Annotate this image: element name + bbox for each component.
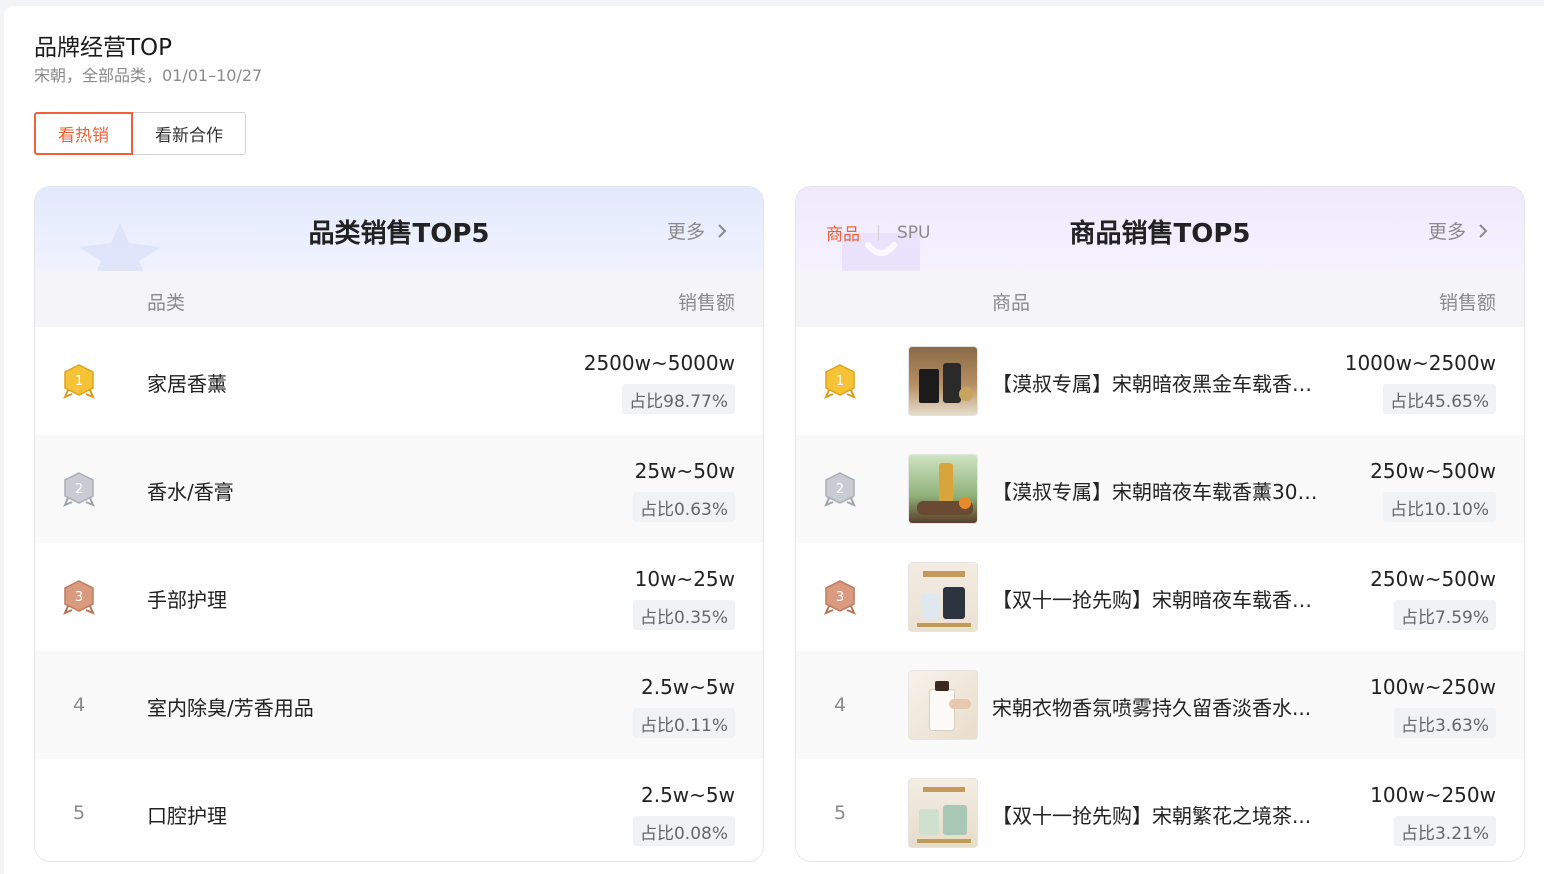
table-row[interactable]: 2 香水/香膏 25w~50w 占比0.63% [35,435,763,543]
page-subtitle: 宋朝，全部品类，01/01–10/27 [34,66,263,85]
svg-text:3: 3 [836,590,844,605]
card-header: 商品 SPU 商品销售TOP5 更多 [796,187,1524,271]
table-row[interactable]: 3 手部护理 10w~25w 占比0.35% [35,543,763,651]
product-top5-card: 商品 SPU 商品销售TOP5 更多 商品 销售额 1 【漠叔专属】宋朝暗夜黑金… [795,186,1525,862]
product-more-link[interactable]: 更多 [1428,217,1488,244]
share-badge: 占比0.11% [632,708,735,738]
rank-number: 5 [72,802,86,824]
product-list: 1 【漠叔专属】宋朝暗夜黑金车载香薰... 1000w~2500w 占比45.6… [796,327,1524,861]
rank-number: 5 [833,802,847,824]
share-badge: 占比0.63% [632,492,735,522]
product-thumbnail[interactable] [908,454,978,524]
product-name[interactable]: 【双十一抢先购】宋朝繁花之境茶... [992,800,1330,829]
bronze-medal-icon: 3 [822,579,858,615]
sales-amount: 10w~25w [634,567,735,591]
product-name[interactable]: 【漠叔专属】宋朝暗夜黑金车载香薰... [992,368,1330,397]
product-name[interactable]: 【双十一抢先购】宋朝暗夜车载香薰... [992,584,1330,613]
svg-text:2: 2 [836,482,844,497]
sales-amount: 1000w~2500w [1344,351,1496,375]
table-row[interactable]: 2 【漠叔专属】宋朝暗夜车载香薰30ml... 250w~500w 占比10.1… [796,435,1524,543]
column-sales: 销售额 [677,292,735,314]
gold-medal-icon: 1 [822,363,858,399]
card-header: 品类销售TOP5 更多 [35,187,763,271]
more-label: 更多 [1427,221,1466,243]
table-header: 商品 销售额 [796,271,1524,327]
brand-top-panel: 品牌经营TOP 宋朝，全部品类，01/01–10/27 看热销 看新合作 品类销… [4,6,1544,874]
sales-amount: 250w~500w [1370,567,1496,591]
category-name: 香水/香膏 [147,480,234,504]
table-row[interactable]: 1 家居香薰 2500w~5000w 占比98.77% [35,327,763,435]
tab-hot-sales[interactable]: 看热销 [34,112,133,155]
gold-medal-icon: 1 [61,363,97,399]
share-badge: 占比45.65% [1383,384,1496,414]
sales-amount: 100w~250w [1370,675,1496,699]
svg-text:2: 2 [75,482,83,497]
chevron-right-icon [718,223,727,238]
category-more-link[interactable]: 更多 [667,217,727,244]
svg-text:3: 3 [75,590,83,605]
page-title: 品牌经营TOP [34,35,173,61]
column-product: 商品 [992,292,1031,314]
category-name: 室内除臭/芳香用品 [147,696,314,720]
svg-text:1: 1 [75,374,83,389]
sales-amount: 100w~250w [1370,783,1496,807]
category-card-title: 品类销售TOP5 [308,219,490,249]
sales-amount: 250w~500w [1370,459,1496,483]
table-row[interactable]: 1 【漠叔专属】宋朝暗夜黑金车载香薰... 1000w~2500w 占比45.6… [796,327,1524,435]
product-thumbnail[interactable] [908,346,978,416]
silver-medal-icon: 2 [61,471,97,507]
rank-number: 4 [833,694,847,716]
tab-new-cooperation[interactable]: 看新合作 [133,112,246,155]
column-sales: 销售额 [1438,292,1496,314]
category-name: 口腔护理 [147,804,227,828]
category-name: 手部护理 [147,588,227,612]
sales-amount: 2.5w~5w [640,675,735,699]
sales-amount: 25w~50w [634,459,735,483]
more-label: 更多 [666,221,705,243]
category-top5-card: 品类销售TOP5 更多 品类 销售额 1 家居香薰 2500w~5000w 占比… [34,186,764,862]
category-name: 家居香薰 [147,372,227,396]
share-badge: 占比0.08% [632,816,735,846]
share-badge: 占比10.10% [1383,492,1496,522]
table-header: 品类 销售额 [35,271,763,327]
product-name[interactable]: 宋朝衣物香氛喷雾持久留香淡香水... [992,692,1330,721]
sales-amount: 2500w~5000w [583,351,735,375]
sales-amount: 2.5w~5w [640,783,735,807]
view-tabs: 看热销 看新合作 [34,112,246,155]
product-name[interactable]: 【漠叔专属】宋朝暗夜车载香薰30ml... [992,476,1330,505]
product-thumbnail[interactable] [908,670,978,740]
svg-text:1: 1 [836,374,844,389]
share-badge: 占比3.21% [1393,816,1496,846]
table-row[interactable]: 5 【双十一抢先购】宋朝繁花之境茶... 100w~250w 占比3.21% [796,759,1524,861]
bronze-medal-icon: 3 [61,579,97,615]
rank-number: 4 [72,694,86,716]
product-thumbnail[interactable] [908,562,978,632]
product-card-title: 商品销售TOP5 [1069,219,1251,249]
category-list: 1 家居香薰 2500w~5000w 占比98.77% 2 香水/香膏 25w~… [35,327,763,861]
table-row[interactable]: 3 【双十一抢先购】宋朝暗夜车载香薰... 250w~500w 占比7.59% [796,543,1524,651]
product-thumbnail[interactable] [908,778,978,848]
table-row[interactable]: 4 宋朝衣物香氛喷雾持久留香淡香水... 100w~250w 占比3.63% [796,651,1524,759]
share-badge: 占比3.63% [1393,708,1496,738]
share-badge: 占比7.59% [1393,600,1496,630]
share-badge: 占比0.35% [632,600,735,630]
table-row[interactable]: 5 口腔护理 2.5w~5w 占比0.08% [35,759,763,861]
silver-medal-icon: 2 [822,471,858,507]
chevron-right-icon [1479,223,1488,238]
share-badge: 占比98.77% [622,384,735,414]
table-row[interactable]: 4 室内除臭/芳香用品 2.5w~5w 占比0.11% [35,651,763,759]
column-category: 品类 [147,292,186,314]
